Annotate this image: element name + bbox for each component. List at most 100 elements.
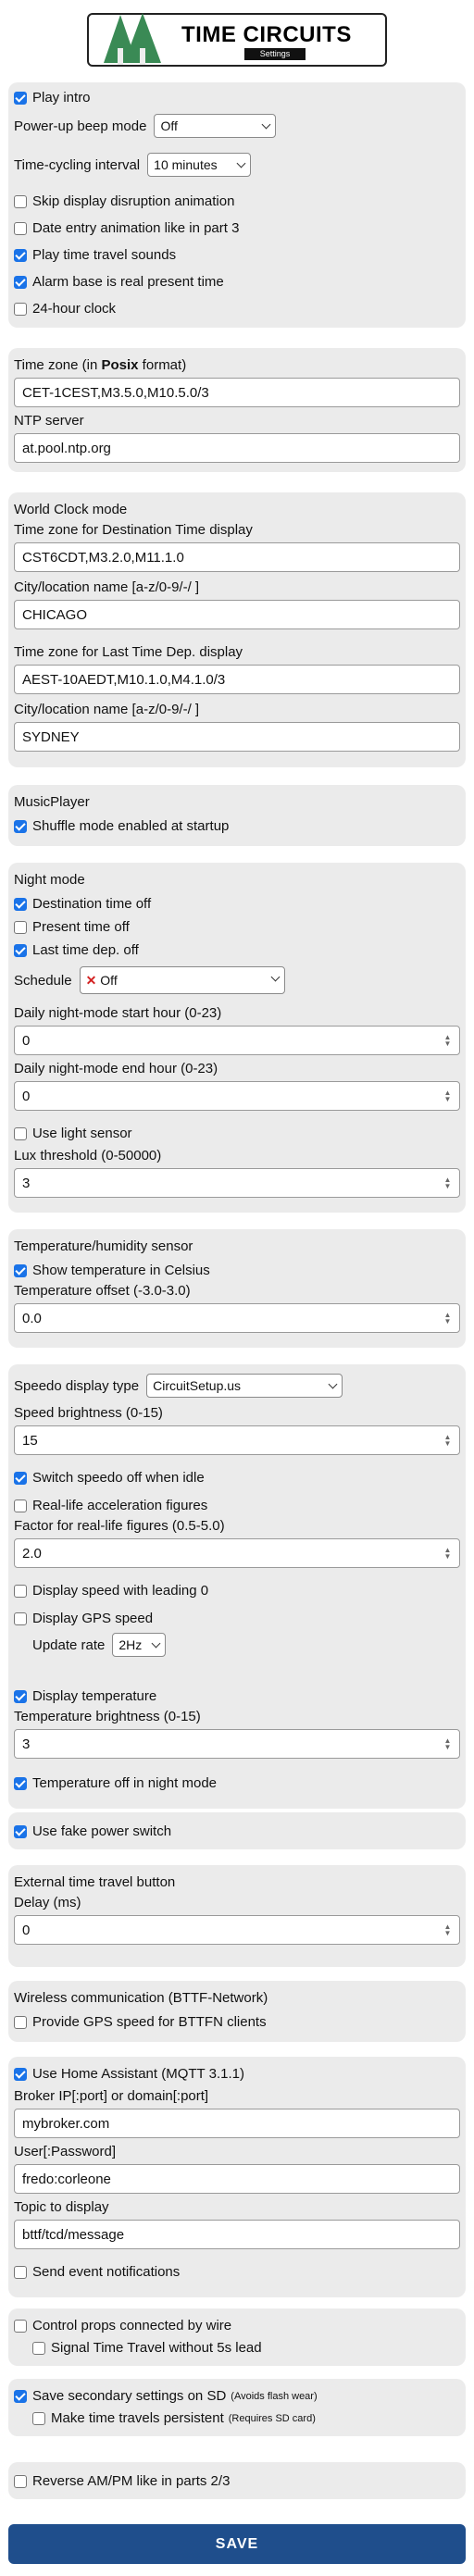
skip-disruption-checkbox[interactable]: Skip display disruption animation [14, 193, 234, 209]
schedule-row: Schedule ✕ Off [14, 966, 285, 994]
dest-city-label: City/location name [a-z/0-9/-/ ] [14, 579, 200, 595]
temp-offset-input[interactable]: 0.0 ▲ ▼ [14, 1303, 460, 1333]
worldclock-title: World Clock mode [14, 502, 128, 517]
checkbox-checked-icon[interactable] [14, 1263, 27, 1277]
speedo-idle-checkbox[interactable]: Switch speedo off when idle [14, 1470, 205, 1486]
checkbox-checked-icon[interactable] [14, 943, 27, 957]
checkbox-checked-icon[interactable] [14, 1824, 27, 1838]
spinner-icon[interactable]: ▲ ▼ [443, 1547, 452, 1561]
spinner-icon[interactable]: ▲ ▼ [443, 1176, 452, 1190]
checkbox-checked-icon[interactable] [14, 248, 27, 262]
beep-mode-select[interactable]: Off [154, 114, 277, 138]
checkbox-icon[interactable] [14, 2265, 27, 2279]
lux-label: Lux threshold (0-50000) [14, 1148, 162, 1164]
ettb-delay-input[interactable]: 0 ▲ ▼ [14, 1915, 460, 1945]
schedule-select[interactable]: ✕ Off [79, 966, 285, 994]
checkbox-icon[interactable] [14, 221, 27, 235]
speed-bright-input[interactable]: 15 ▲ ▼ [14, 1425, 460, 1455]
checkbox-checked-icon[interactable] [14, 91, 27, 105]
night-start-input[interactable]: 0 ▲ ▼ [14, 1026, 460, 1055]
cycle-interval-select[interactable]: 10 minutes [147, 153, 252, 177]
real-accel-checkbox[interactable]: Real-life acceleration figures [14, 1498, 207, 1513]
checkbox-icon[interactable] [14, 920, 27, 934]
ntp-label: NTP server [14, 413, 84, 429]
leading0-checkbox[interactable]: Display speed with leading 0 [14, 1583, 208, 1599]
checkbox-icon[interactable] [32, 2411, 45, 2425]
checkbox-icon[interactable] [14, 2015, 27, 2029]
date-entry-anim-checkbox[interactable]: Date entry animation like in part 3 [14, 220, 239, 236]
checkbox-icon[interactable] [14, 2319, 27, 2333]
save-button[interactable]: SAVE [8, 2524, 466, 2564]
shuffle-checkbox[interactable]: Shuffle mode enabled at startup [14, 818, 229, 834]
timezone-input[interactable]: CET-1CEST,M3.5.0,M10.5.0/3 [14, 378, 460, 407]
chevron-down-icon [328, 1379, 338, 1389]
temp-bright-label: Temperature brightness (0-15) [14, 1709, 201, 1724]
spinner-icon[interactable]: ▲ ▼ [443, 1089, 452, 1103]
notify-checkbox[interactable]: Send event notifications [14, 2264, 180, 2280]
checkbox-icon[interactable] [14, 1126, 27, 1140]
checkbox-checked-icon[interactable] [14, 1776, 27, 1790]
spinner-icon[interactable]: ▲ ▼ [443, 1312, 452, 1325]
light-sensor-checkbox[interactable]: Use light sensor [14, 1126, 132, 1141]
speed-bright-label: Speed brightness (0-15) [14, 1405, 163, 1421]
spinner-icon[interactable]: ▲ ▼ [443, 1737, 452, 1751]
checkbox-icon[interactable] [14, 1499, 27, 1512]
tempsensor-title: Temperature/humidity sensor [14, 1238, 193, 1254]
persistent-checkbox[interactable]: Make time travels persistent (Requires SD… [32, 2410, 316, 2426]
dest-city-input[interactable]: CHICAGO [14, 600, 460, 629]
update-rate-select[interactable]: 2Hz [112, 1633, 167, 1657]
checkbox-checked-icon[interactable] [14, 2067, 27, 2081]
checkbox-icon[interactable] [14, 194, 27, 208]
checkbox-icon[interactable] [14, 2474, 27, 2488]
gps-clients-checkbox[interactable]: Provide GPS speed for BTTFN clients [14, 2014, 267, 2030]
spinner-icon[interactable]: ▲ ▼ [443, 1923, 452, 1937]
topic-input[interactable]: bttf/tcd/message [14, 2220, 460, 2249]
checkbox-icon[interactable] [32, 2341, 45, 2355]
checkbox-checked-icon[interactable] [14, 819, 27, 833]
clock24-checkbox[interactable]: 24-hour clock [14, 301, 116, 317]
last-city-input[interactable]: SYDNEY [14, 722, 460, 752]
last-tz-input[interactable]: AEST-10AEDT,M10.1.0,M4.1.0/3 [14, 665, 460, 694]
pres-off-checkbox[interactable]: Present time off [14, 919, 130, 935]
gps-speed-checkbox[interactable]: Display GPS speed [14, 1611, 153, 1626]
temp-night-off-checkbox[interactable]: Temperature off in night mode [14, 1775, 217, 1791]
ettb-section: External time travel button Delay (ms) 0… [8, 1865, 466, 1967]
checkbox-checked-icon[interactable] [14, 1689, 27, 1703]
checkbox-checked-icon[interactable] [14, 275, 27, 289]
sd-section: Save secondary settings on SD (Avoids fla… [8, 2379, 466, 2436]
factor-input[interactable]: 2.0 ▲ ▼ [14, 1538, 460, 1568]
checkbox-icon[interactable] [14, 1584, 27, 1598]
night-start-label: Daily night-mode start hour (0-23) [14, 1005, 222, 1021]
broker-input[interactable]: mybroker.com [14, 2109, 460, 2138]
signal-tt-checkbox[interactable]: Signal Time Travel without 5s lead [32, 2340, 262, 2356]
ntp-input[interactable]: at.pool.ntp.org [14, 433, 460, 463]
control-props-checkbox[interactable]: Control props connected by wire [14, 2318, 231, 2333]
user-input[interactable]: fredo:corleone [14, 2164, 460, 2194]
speedo-type-row: Speedo display type CircuitSetup.us [14, 1374, 343, 1398]
fake-power-checkbox[interactable]: Use fake power switch [14, 1823, 171, 1839]
checkbox-checked-icon[interactable] [14, 1471, 27, 1485]
celsius-checkbox[interactable]: Show temperature in Celsius [14, 1263, 210, 1278]
checkbox-checked-icon[interactable] [14, 897, 27, 911]
play-intro-checkbox[interactable]: Play intro [14, 90, 91, 106]
spinner-icon[interactable]: ▲ ▼ [443, 1034, 452, 1048]
speedo-type-select[interactable]: CircuitSetup.us [146, 1374, 343, 1398]
ampm-checkbox[interactable]: Reverse AM/PM like in parts 2/3 [14, 2473, 230, 2489]
dest-off-checkbox[interactable]: Destination time off [14, 896, 151, 912]
tt-sounds-checkbox[interactable]: Play time travel sounds [14, 247, 176, 263]
temp-bright-input[interactable]: 3 ▲ ▼ [14, 1729, 460, 1759]
checkbox-icon[interactable] [14, 302, 27, 316]
spinner-icon[interactable]: ▲ ▼ [443, 1434, 452, 1448]
use-ha-checkbox[interactable]: Use Home Assistant (MQTT 3.1.1) [14, 2066, 244, 2082]
dest-tz-input[interactable]: CST6CDT,M3.2.0,M11.1.0 [14, 542, 460, 572]
checkbox-icon[interactable] [14, 1612, 27, 1625]
app-header-logo: TIME CIRCUITS Settings [87, 13, 387, 67]
checkbox-checked-icon[interactable] [14, 2389, 27, 2403]
display-temp-checkbox[interactable]: Display temperature [14, 1688, 156, 1704]
save-secondary-checkbox[interactable]: Save secondary settings on SD (Avoids fla… [14, 2388, 318, 2404]
lux-input[interactable]: 3 ▲ ▼ [14, 1168, 460, 1198]
night-end-input[interactable]: 0 ▲ ▼ [14, 1081, 460, 1111]
chevron-down-icon [261, 119, 271, 130]
last-off-checkbox[interactable]: Last time dep. off [14, 942, 139, 958]
alarm-base-checkbox[interactable]: Alarm base is real present time [14, 274, 224, 290]
